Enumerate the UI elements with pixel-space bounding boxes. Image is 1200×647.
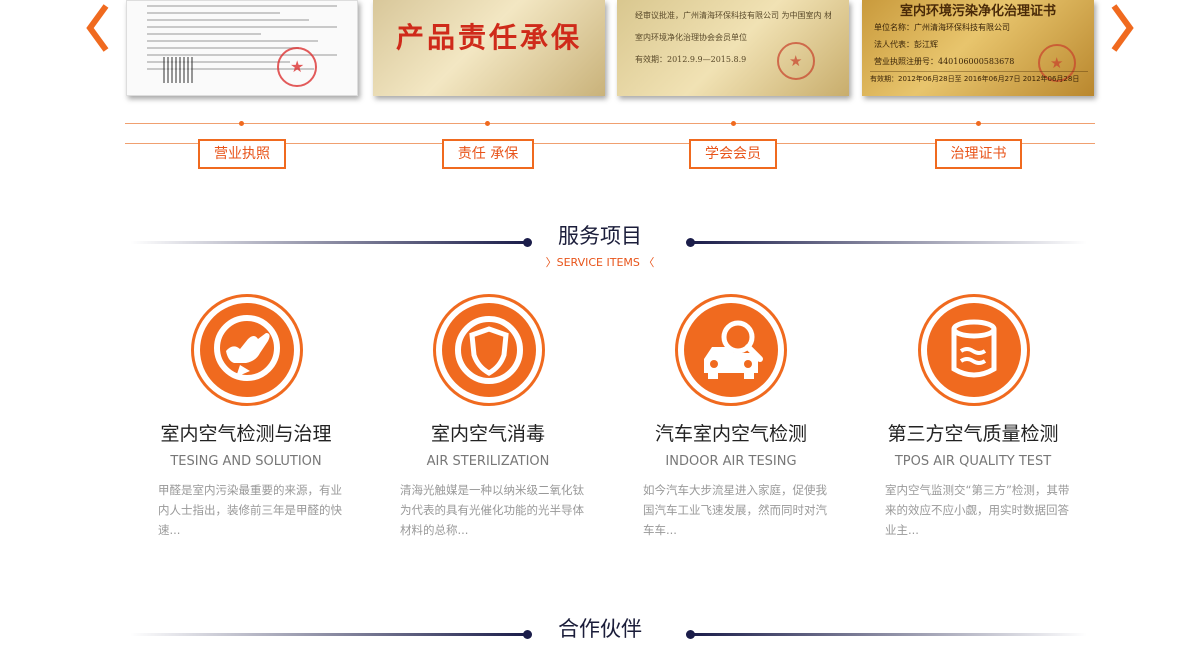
services-title: 服务项目 [558, 224, 642, 248]
plaque-line: 单位名称：广州清海环保科技有限公司 [874, 23, 1010, 32]
treatment-certificate-plaque-image[interactable]: 室内环境污染净化治理证书 单位名称：广州清海环保科技有限公司 法人代表：彭江辉 … [862, 0, 1094, 96]
cert-label-member[interactable]: 学会会员 [689, 139, 777, 169]
service-subtitle: TPOS AIR QUALITY TEST [894, 454, 1052, 469]
liability-insurance-plaque-image[interactable]: 产品责任承保 [373, 0, 605, 96]
service-title[interactable]: 第三方空气质量检测 [853, 419, 1093, 446]
chevron-right-icon [1111, 4, 1134, 52]
carousel-prev-button[interactable] [84, 2, 114, 54]
partners-title: 合作伙伴 [558, 617, 642, 641]
services-subtitle: 〉SERVICE ITEMS 〈 [545, 256, 655, 269]
timeline-dot [239, 121, 244, 126]
hand-badge-icon [214, 315, 280, 381]
red-stamp-graphic [277, 47, 317, 87]
service-title[interactable]: 室内空气消毒 [368, 419, 608, 446]
plaque-title: 室内环境污染净化治理证书 [899, 4, 1056, 19]
red-seal-graphic [777, 42, 815, 80]
service-subtitle: TESING AND SOLUTION [170, 454, 322, 469]
shield-icon [455, 316, 523, 384]
service-title[interactable]: 室内空气检测与治理 [126, 419, 366, 446]
service-icon-button[interactable] [191, 294, 303, 406]
air-test-cup-icon [951, 319, 997, 378]
heading-line-right [692, 633, 1087, 636]
plaque-validity: 有效期：2012年06月28日至 2016年06月27日 2012年06月28日 [870, 71, 1088, 84]
chevron-left-icon [86, 4, 109, 52]
plaque-text: 产品责任承保 [395, 21, 582, 54]
carousel-next-button[interactable] [1106, 2, 1136, 54]
service-title[interactable]: 汽车室内空气检测 [611, 419, 851, 446]
plaque-line: 室内环境净化治理协会会员单位 [635, 33, 747, 42]
service-description: 清海光触媒是一种以纳米级二氧化钛为代表的具有光催化功能的光半导体材料的总称... [400, 483, 584, 537]
cert-label-business-license[interactable]: 营业执照 [198, 139, 286, 169]
service-icon-button[interactable] [433, 294, 545, 406]
service-description: 如今汽车大步流星进入家庭，促使我国汽车工业飞速发展，然而同时对汽车车... [643, 483, 827, 537]
business-license-certificate-image[interactable] [126, 0, 358, 96]
cert-label-treatment[interactable]: 治理证书 [935, 139, 1022, 169]
service-icon-button[interactable] [918, 294, 1030, 406]
timeline-dot [731, 121, 736, 126]
cert-label-liability[interactable]: 责任 承保 [442, 139, 534, 169]
service-description: 甲醛是室内污染最重要的来源，有业内人士指出，装修前三年是甲醛的快速... [158, 483, 342, 537]
car-search-icon [704, 320, 763, 379]
heading-line-right [692, 241, 1087, 244]
service-description: 室内空气监测交“第三方”检测，其带来的效应不应小觑，用实时数据回答业主... [885, 483, 1070, 537]
service-icon-button[interactable] [675, 294, 787, 406]
service-subtitle: INDOOR AIR TESING [665, 454, 797, 469]
timeline-dot [485, 121, 490, 126]
timeline-dot [976, 121, 981, 126]
timeline-divider [125, 123, 1095, 124]
qr-code-graphic [163, 57, 193, 83]
service-subtitle: AIR STERILIZATION [426, 454, 550, 469]
plaque-line: 经审议批准，广州清海环保科技有限公司 为中国室内 材质环保会 [635, 11, 831, 20]
association-member-plaque-image[interactable]: 经审议批准，广州清海环保科技有限公司 为中国室内 材质环保会 室内环境净化治理协… [617, 0, 849, 96]
